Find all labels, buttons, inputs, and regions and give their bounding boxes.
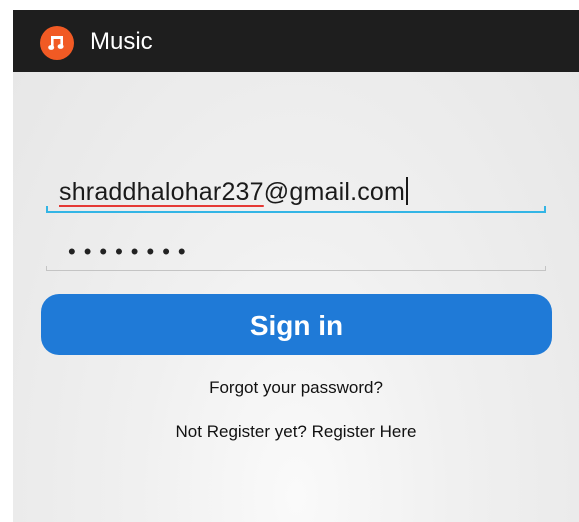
forgot-password-link[interactable]: Forgot your password? (13, 377, 579, 399)
action-bar: Music (13, 10, 579, 72)
app-title: Music (90, 28, 153, 55)
music-note-icon (40, 26, 74, 60)
email-value[interactable]: shraddhalohar237@gmail.com (59, 175, 409, 209)
email-field[interactable]: shraddhalohar237@gmail.com (46, 173, 546, 213)
app-screen: Music shraddhalohar237@gmail.com •••••••… (13, 10, 579, 522)
password-field-right-cap (545, 266, 546, 271)
email-misspelled-part: shraddhalohar237 (59, 178, 264, 206)
password-field-left-cap (46, 266, 47, 271)
password-masked-value[interactable]: •••••••• (68, 241, 194, 263)
password-field-underline (46, 270, 546, 271)
email-field-left-cap (46, 206, 48, 213)
text-cursor (406, 177, 409, 206)
email-field-underline (46, 211, 546, 213)
email-field-right-cap (544, 206, 546, 213)
password-field[interactable]: •••••••• (46, 231, 546, 271)
sign-in-button[interactable]: Sign in (41, 294, 552, 355)
register-link[interactable]: Not Register yet? Register Here (13, 421, 579, 443)
email-domain-part: @gmail.com (263, 178, 406, 206)
